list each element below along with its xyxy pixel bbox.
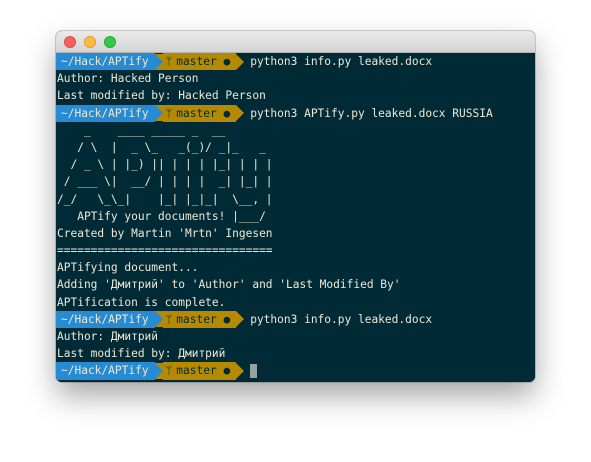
segment-separator [154, 105, 163, 122]
segment-separator [236, 105, 245, 122]
ascii-art-line: _ ____ _____ _ __ [57, 123, 226, 137]
text-cursor[interactable] [250, 363, 258, 378]
branch-name: master [176, 364, 217, 378]
output-line: APTification is complete. [57, 295, 226, 309]
ascii-art-line: / ___ \| __/ | | | | _| |_| | [57, 175, 273, 189]
git-dirty-status-icon: ● [223, 106, 231, 120]
terminal-window: ~/Hack/APTify ᛘ master ● python3 info.py … [56, 31, 535, 382]
output-line: Last modified by: Hacked Person [57, 89, 266, 103]
prompt-directory: ~/Hack/APTify [56, 53, 155, 71]
git-branch-icon: ᛘ [165, 312, 173, 326]
branch-name: master [176, 55, 217, 68]
ascii-art-line: APTify your documents! |___/ [57, 209, 266, 223]
git-branch-icon: ᛘ [165, 364, 173, 378]
output-line: Author: Дмитрий [57, 330, 159, 343]
active-prompt-line[interactable]: ~/Hack/APTify ᛘ master ● [56, 362, 535, 380]
ascii-art-line: /_/ \_\_| |_| |_|_| \__, | [57, 192, 273, 206]
branch-name: master [176, 312, 217, 326]
terminal-output[interactable]: ~/Hack/APTify ᛘ master ● python3 info.py … [56, 53, 535, 382]
segment-separator [236, 311, 245, 328]
separator-line: ================================ [57, 244, 273, 258]
segment-separator [154, 362, 163, 379]
git-branch-icon: ᛘ [165, 55, 173, 68]
segment-separator [236, 362, 245, 379]
segment-separator [154, 311, 163, 328]
title-bar [56, 31, 535, 53]
prompt-line: ~/Hack/APTify ᛘ master ● python3 APTify.p… [56, 104, 535, 122]
git-branch-icon: ᛘ [165, 106, 173, 120]
ascii-art-line: / \ | _ \_ _(_)/ _|_ _ [57, 140, 266, 154]
prompt-directory: ~/Hack/APTify [56, 104, 155, 122]
prompt-git-branch: ᛘ master ● [162, 104, 237, 122]
output-line: APTifying document... [57, 261, 199, 275]
ascii-art-line: / _ \ | |_) || | | | |_| | | | [57, 158, 273, 172]
credit-line: Created by Martin 'Mrtn' Ingesen [57, 226, 273, 240]
git-dirty-status-icon: ● [223, 312, 231, 326]
minimize-button[interactable] [84, 36, 96, 48]
prompt-git-branch: ᛘ master ● [162, 362, 237, 380]
prompt-git-branch: ᛘ master ● [162, 53, 237, 71]
close-button[interactable] [64, 36, 76, 48]
prompt-directory: ~/Hack/APTify [56, 362, 155, 380]
segment-separator [154, 53, 163, 70]
prompt-directory: ~/Hack/APTify [56, 310, 155, 328]
branch-name: master [176, 106, 217, 120]
output-line: Adding 'Дмитрий' to 'Author' and 'Last M… [57, 278, 401, 292]
zoom-button[interactable] [104, 36, 116, 48]
command-text: python3 APTify.py leaked.docx RUSSIA [250, 106, 493, 120]
prompt-line: ~/Hack/APTify ᛘ master ● python3 info.py … [56, 310, 535, 328]
command-text: python3 info.py leaked.docx [250, 55, 433, 69]
prompt-line: ~/Hack/APTify ᛘ master ● python3 info.py … [56, 53, 535, 71]
command-text: python3 info.py leaked.docx [250, 312, 433, 326]
segment-separator [236, 53, 245, 70]
output-line: Last modified by: Дмитрий [57, 347, 226, 361]
prompt-git-branch: ᛘ master ● [162, 310, 237, 328]
git-dirty-status-icon: ● [223, 55, 231, 68]
git-dirty-status-icon: ● [223, 364, 231, 378]
output-line: Author: Hacked Person [57, 72, 199, 86]
